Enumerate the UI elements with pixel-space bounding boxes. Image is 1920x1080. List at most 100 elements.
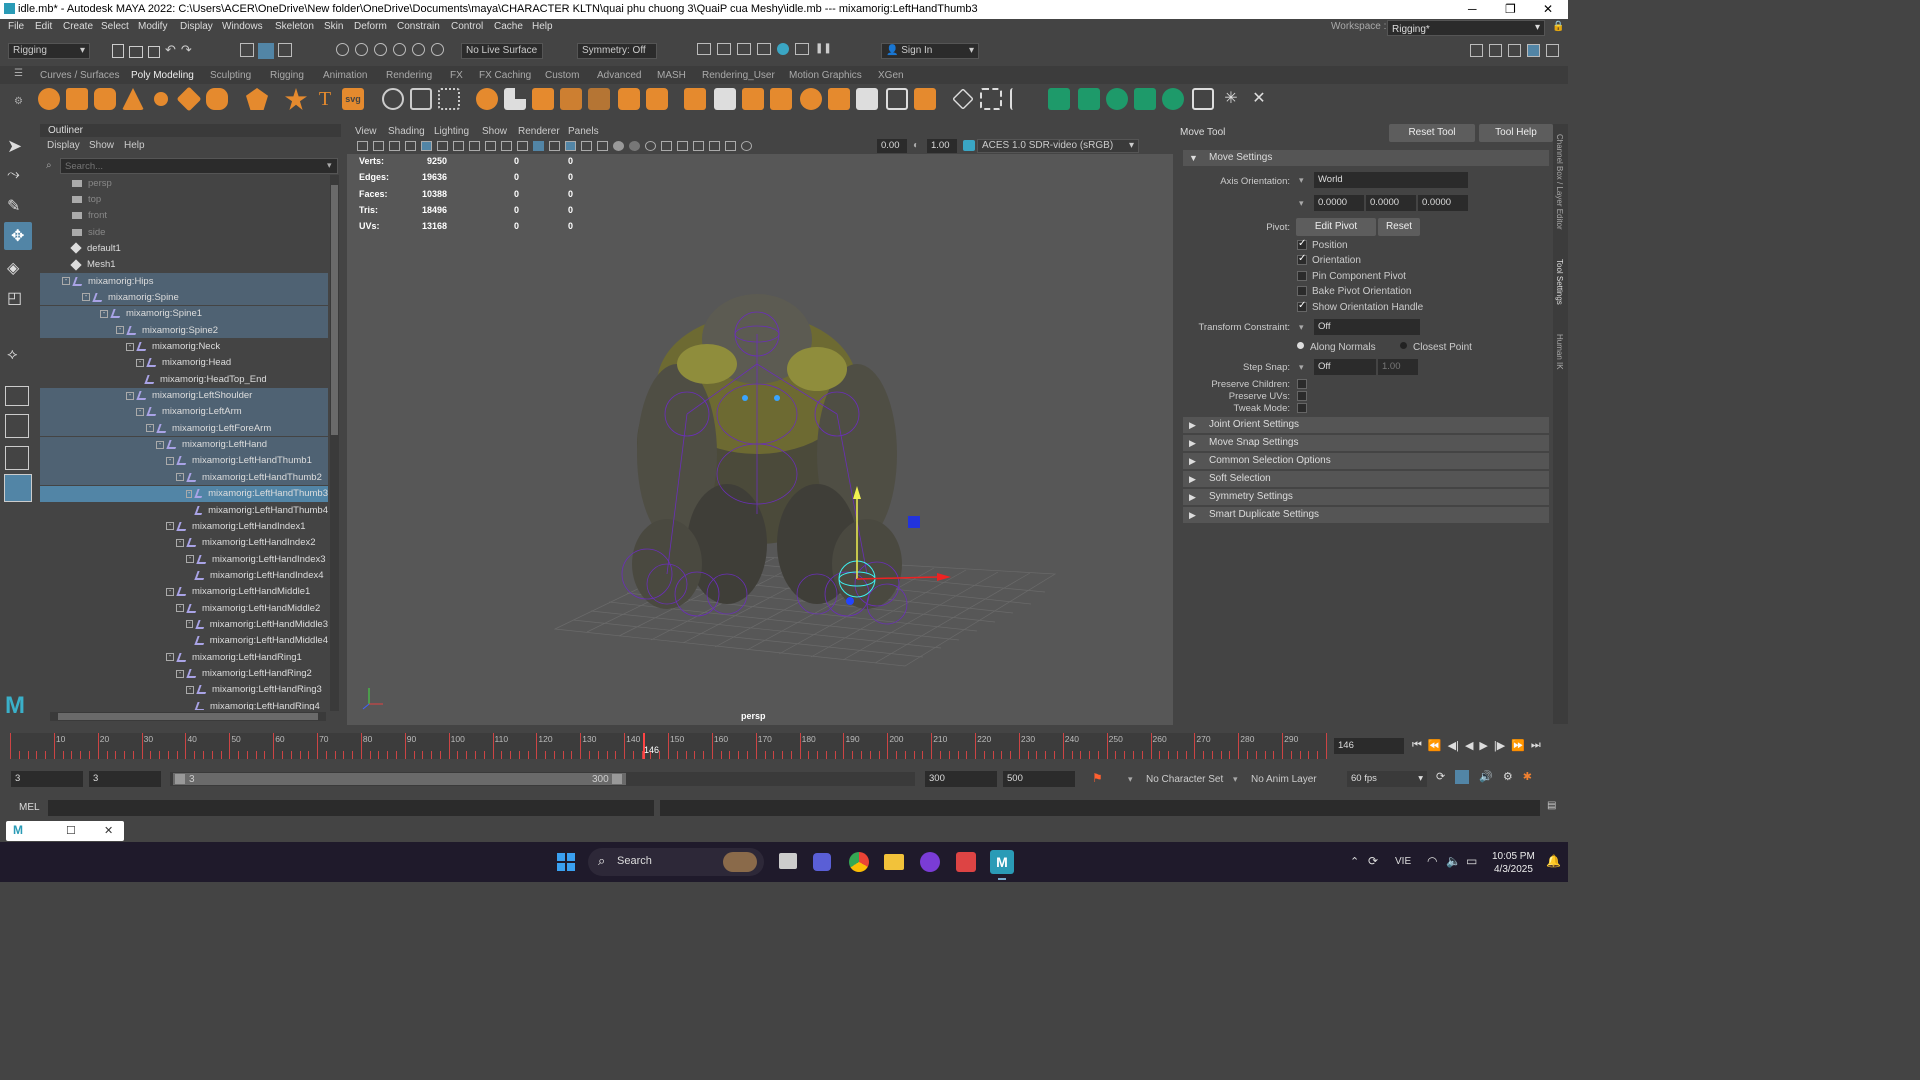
expand-toggle-icon[interactable]: - — [166, 456, 174, 465]
outliner-menu-show[interactable]: Show — [89, 140, 114, 151]
menu-edit[interactable]: Edit — [35, 21, 52, 32]
workspace-dropdown[interactable]: Rigging* ▾ — [1387, 20, 1545, 36]
snap-curve-icon[interactable] — [355, 43, 368, 56]
wire-icon[interactable] — [1162, 88, 1184, 110]
create-set-icon[interactable] — [1048, 88, 1070, 110]
joint-orient-settings-section[interactable]: ▶ Joint Orient Settings — [1183, 417, 1549, 433]
play-backward-icon[interactable]: ◀ — [1465, 739, 1473, 752]
smooth-icon[interactable] — [438, 88, 460, 110]
boolean-icon[interactable] — [476, 88, 498, 110]
expand-toggle-icon[interactable]: - — [146, 424, 154, 433]
attribute-editor-icon[interactable] — [1508, 44, 1521, 57]
tab-tool-settings[interactable]: Tool Settings — [1555, 259, 1564, 305]
snap-view-icon[interactable] — [393, 43, 406, 56]
expand-toggle-icon[interactable]: - — [156, 440, 164, 449]
notification-icon[interactable]: 🔔 — [1546, 854, 1561, 868]
render-settings-icon[interactable] — [757, 43, 771, 55]
bake-pivot-orientation-checkbox[interactable] — [1297, 286, 1307, 296]
teams-icon[interactable] — [813, 853, 831, 871]
expand-toggle-icon[interactable]: - — [100, 309, 108, 318]
render-frame-icon[interactable] — [717, 43, 731, 55]
menuset-dropdown[interactable]: Rigging ▾ — [8, 43, 90, 59]
sound-icon[interactable]: 🔊 — [1479, 770, 1493, 784]
viewport-menu-show[interactable]: Show — [482, 126, 507, 137]
select-camera-icon[interactable] — [357, 141, 368, 151]
edit-pivot-button[interactable]: Edit Pivot — [1296, 218, 1376, 236]
wireframe-on-shaded-icon[interactable] — [549, 141, 560, 151]
bookmark-icon[interactable] — [389, 141, 400, 151]
shelf-menu-icon[interactable]: ☰ — [14, 68, 23, 79]
tab-curves-surfaces[interactable]: Curves / Surfaces — [40, 70, 119, 81]
outliner-search-input[interactable] — [60, 158, 338, 174]
chevron-down-icon[interactable]: ▾ — [1233, 774, 1238, 785]
xray-joints-icon[interactable] — [709, 141, 720, 151]
expand-toggle-icon[interactable]: - — [176, 604, 184, 613]
outliner-item[interactable]: - mixamorig:Hips — [40, 273, 328, 290]
viewport-menu-shading[interactable]: Shading — [388, 126, 425, 137]
outliner-item[interactable]: - mixamorig:LeftHand — [40, 436, 328, 453]
tweak-mode-checkbox[interactable] — [1297, 403, 1307, 413]
range-slider[interactable] — [170, 772, 915, 786]
sign-in-dropdown[interactable]: 👤 Sign In ▾ — [881, 43, 979, 59]
axis-y-field[interactable]: 0.0000 — [1366, 195, 1416, 211]
select-object-icon[interactable] — [258, 43, 274, 59]
outliner-hscrollbar[interactable] — [50, 712, 326, 721]
menu-constrain[interactable]: Constrain — [397, 21, 440, 32]
combine-icon[interactable] — [382, 88, 404, 110]
outliner-menu-display[interactable]: Display — [47, 140, 80, 151]
live-surface-field[interactable]: No Live Surface — [461, 43, 543, 59]
tab-channel-box[interactable]: Channel Box / Layer Editor — [1555, 134, 1564, 230]
expand-toggle-icon[interactable]: - — [166, 522, 174, 531]
task-view-icon[interactable] — [779, 853, 797, 869]
viewport-menu-view[interactable]: View — [355, 126, 377, 137]
range-start-handle[interactable] — [175, 774, 185, 784]
persp-outliner-icon[interactable] — [5, 446, 29, 470]
expand-toggle-icon[interactable]: - — [166, 653, 174, 662]
wireframe-icon[interactable] — [517, 141, 528, 151]
multi-cut-icon[interactable] — [684, 88, 706, 110]
select-hierarchy-icon[interactable] — [240, 43, 254, 57]
chevron-down-icon[interactable]: ▾ — [1299, 362, 1304, 373]
outliner-item[interactable]: mixamorig:HeadTop_End — [40, 371, 328, 387]
render-view-icon[interactable] — [697, 43, 711, 55]
append-icon[interactable] — [588, 88, 610, 110]
github-desktop-icon[interactable] — [920, 852, 940, 872]
sculpt-icon[interactable] — [1192, 88, 1214, 110]
move-snap-settings-section[interactable]: ▶ Move Snap Settings — [1183, 435, 1549, 451]
tab-custom[interactable]: Custom — [545, 70, 579, 81]
outliner-item[interactable]: - mixamorig:LeftShoulder — [40, 387, 328, 404]
maya-taskbar-icon[interactable]: M — [990, 850, 1014, 874]
expand-toggle-icon[interactable]: - — [186, 489, 193, 498]
single-perspective-view-icon[interactable] — [5, 386, 29, 406]
select-component-icon[interactable] — [278, 43, 292, 57]
tab-mash[interactable]: MASH — [657, 70, 686, 81]
open-scene-icon[interactable] — [129, 46, 143, 58]
use-all-lights-icon[interactable] — [581, 141, 592, 151]
new-scene-icon[interactable] — [112, 44, 124, 58]
menu-skin[interactable]: Skin — [324, 21, 343, 32]
delete-history-icon[interactable]: ✕ — [1248, 88, 1270, 110]
collapse-icon[interactable] — [828, 88, 850, 110]
chevron-down-icon[interactable]: ▾ — [1299, 175, 1304, 186]
outliner-item[interactable]: - mixamorig:LeftHandIndex3 — [40, 551, 328, 567]
svg-tool-icon[interactable]: svg — [342, 88, 364, 110]
insert-edge-loop-icon[interactable] — [742, 88, 764, 110]
outliner-item[interactable]: front — [40, 208, 328, 224]
preserve-children-checkbox[interactable] — [1297, 379, 1307, 389]
menu-windows[interactable]: Windows — [222, 21, 263, 32]
lattice-icon[interactable] — [1106, 88, 1128, 110]
resolution-gate-icon[interactable] — [453, 141, 464, 151]
outliner-item[interactable]: - mixamorig:LeftHandIndex2 — [40, 535, 328, 551]
last-tool-icon[interactable]: ⟡ — [7, 346, 27, 366]
axis-orientation-dropdown[interactable]: World — [1314, 172, 1468, 188]
taskbar-search-box[interactable]: ⌕ Search — [588, 848, 764, 876]
outliner-item[interactable]: - mixamorig:Spine2 — [40, 322, 328, 339]
outliner-item[interactable]: top — [40, 191, 328, 207]
menu-create[interactable]: Create — [63, 21, 93, 32]
search-options-icon[interactable]: ⌕ — [46, 160, 52, 171]
viewport-menu-renderer[interactable]: Renderer — [518, 126, 560, 137]
offset-edge-loop-icon[interactable] — [714, 88, 736, 110]
view-transform-dropdown[interactable]: ACES 1.0 SDR-video (sRGB) ▾ — [977, 139, 1139, 153]
time-slider[interactable]: 10 20 30 40 50 60 70 80 90 100 110 120 130 140 150 160 1… — [0, 731, 1568, 764]
cache-playback-icon[interactable] — [1455, 770, 1470, 784]
